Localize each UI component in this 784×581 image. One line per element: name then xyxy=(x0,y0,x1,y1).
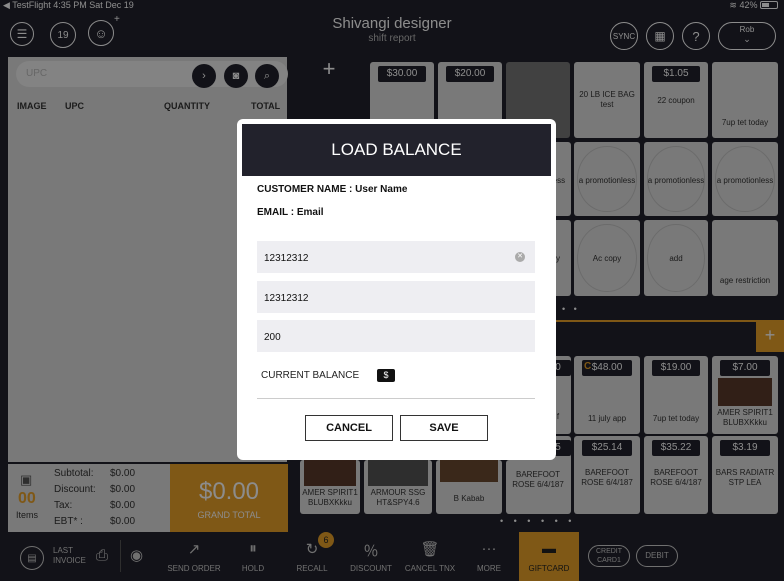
card-number-value: 12312312 xyxy=(264,253,309,264)
dialog-divider xyxy=(257,398,535,399)
confirm-card-number-input[interactable]: 12312312 xyxy=(257,281,535,313)
cancel-button[interactable]: CANCEL xyxy=(305,415,393,441)
load-balance-dialog: LOAD BALANCE CUSTOMER NAME : User Name E… xyxy=(237,119,556,460)
clear-icon[interactable]: ✕ xyxy=(515,252,525,262)
save-button[interactable]: SAVE xyxy=(400,415,488,441)
email-value: Email xyxy=(296,207,324,218)
card-number-input[interactable]: 12312312 ✕ xyxy=(257,241,535,273)
email-label: EMAIL : xyxy=(257,207,295,218)
dialog-title: LOAD BALANCE xyxy=(242,124,551,176)
money-icon[interactable]: $ xyxy=(377,369,395,382)
customer-name-value: User Name xyxy=(355,184,408,195)
amount-value: 200 xyxy=(264,332,281,343)
customer-name-label: CUSTOMER NAME : xyxy=(257,184,353,195)
amount-input[interactable]: 200 xyxy=(257,320,535,352)
customer-name-row: CUSTOMER NAME : User Name xyxy=(257,184,407,195)
confirm-card-number-value: 12312312 xyxy=(264,293,309,304)
email-row: EMAIL : Email xyxy=(257,207,324,218)
current-balance-label: CURRENT BALANCE xyxy=(261,370,360,381)
